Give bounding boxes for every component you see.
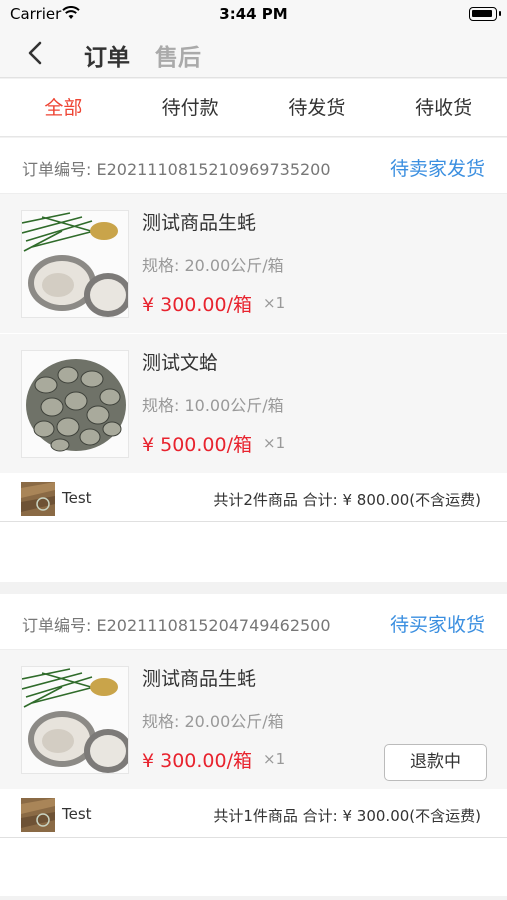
order-header: 订单编号: E2021110815204749462500 待买家收货 [0,594,507,650]
product-row[interactable]: 测试文蛤 规格: 10.00公斤/箱 ¥ 500.00/箱 ×1 [0,334,507,474]
order-card[interactable]: 订单编号: E2021110815210969735200 待卖家发货 测试商品… [0,138,507,582]
tab-pending-receipt[interactable]: 待收货 [380,79,507,136]
order-filter-tabs: 全部 待付款 待发货 待收货 [0,79,507,137]
order-total: 共计2件商品 合计: ¥ 800.00(不含运费) [213,491,481,509]
order-status: 待买家收货 [389,614,485,636]
product-row[interactable]: 测试商品生蚝 规格: 20.00公斤/箱 ¥ 300.00/箱 ×1 退款中 [0,650,507,790]
order-footer: Test 共计2件商品 合计: ¥ 800.00(不含运费) [0,474,507,522]
tab-all[interactable]: 全部 [0,79,127,136]
order-card-bottom [0,522,507,582]
oyster-photo [21,666,129,774]
product-price: ¥ 500.00/箱 [142,434,253,456]
nav-title-after-sales[interactable]: 售后 [155,38,201,72]
order-status: 待卖家发货 [389,158,485,180]
chevron-left-icon[interactable] [24,40,48,66]
clock: 3:44 PM [219,5,288,23]
order-number: 订单编号: E2021110815210969735200 [22,160,331,179]
order-card[interactable]: 订单编号: E2021110815204749462500 待买家收货 测试商品… [0,594,507,896]
product-name: 测试商品生蚝 [142,212,257,234]
shop-avatar [21,482,55,516]
product-quantity: ×1 [263,434,286,452]
status-bar: Carrier 3:44 PM [0,0,507,28]
oyster-photo [21,210,129,318]
product-quantity: ×1 [263,294,286,312]
refund-status-button[interactable]: 退款中 [384,744,487,781]
order-header: 订单编号: E2021110815210969735200 待卖家发货 [0,138,507,194]
product-price: ¥ 300.00/箱 [142,750,253,772]
product-name: 测试商品生蚝 [142,668,257,690]
shop-avatar [21,798,55,832]
tab-pending-payment[interactable]: 待付款 [127,79,254,136]
order-total: 共计1件商品 合计: ¥ 300.00(不含运费) [213,807,481,825]
product-quantity: ×1 [263,750,286,768]
product-spec: 规格: 20.00公斤/箱 [142,256,284,275]
shop-name: Test [62,805,92,823]
nav-title-orders[interactable]: 订单 [84,38,130,72]
order-number: 订单编号: E2021110815204749462500 [22,616,331,635]
product-spec: 规格: 10.00公斤/箱 [142,396,284,415]
product-row[interactable]: 测试商品生蚝 规格: 20.00公斤/箱 ¥ 300.00/箱 ×1 [0,194,507,334]
battery-icon [469,7,501,21]
order-footer: Test 共计1件商品 合计: ¥ 300.00(不含运费) [0,790,507,838]
shop-name: Test [62,489,92,507]
product-price: ¥ 300.00/箱 [142,294,253,316]
product-spec: 规格: 20.00公斤/箱 [142,712,284,731]
nav-bar: 订单 售后 [0,28,507,78]
order-card-bottom [0,838,507,896]
tab-pending-shipment[interactable]: 待发货 [254,79,381,136]
clam-photo [21,350,129,458]
product-name: 测试文蛤 [142,352,219,374]
